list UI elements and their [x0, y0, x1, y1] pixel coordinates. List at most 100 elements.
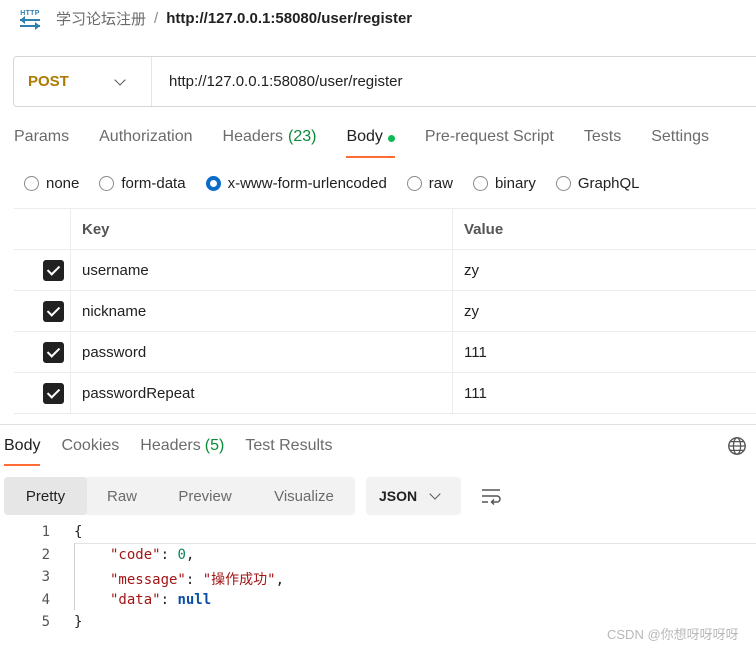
line-number: 2 [41, 547, 50, 563]
tab-label: Tests [583, 128, 622, 145]
tab-tests[interactable]: Tests [584, 126, 621, 158]
row-checkbox[interactable] [42, 259, 64, 281]
checkbox-cell [14, 332, 71, 372]
watermark: CSDN @你想呀呀呀呀 [607, 627, 739, 642]
wrap-lines-icon[interactable] [480, 486, 502, 506]
checkbox-cell [14, 373, 71, 413]
url-input[interactable] [152, 72, 712, 91]
json-colon: : [160, 592, 178, 608]
view-mode-toggle: Pretty Raw Preview Visualize [4, 477, 355, 515]
json-colon: : [185, 572, 203, 588]
radio-none[interactable]: none [24, 175, 79, 192]
json-string: "操作成功" [202, 572, 276, 588]
radio-binary[interactable]: binary [472, 175, 536, 192]
json-colon: : [160, 547, 178, 563]
table-header-row: Key Value [14, 209, 756, 250]
radio-circle [205, 175, 221, 191]
line-number: 4 [41, 592, 50, 608]
body-type-options: none form-data x-www-form-urlencoded raw… [24, 172, 660, 194]
method-select[interactable]: POST [14, 57, 152, 106]
breadcrumb-request[interactable]: http://127.0.0.1:58080/user/register [166, 10, 412, 27]
breadcrumb-separator: / [154, 9, 159, 27]
line-number: 1 [41, 524, 50, 540]
table-row: passwordRepeat 111 [14, 373, 756, 414]
param-value[interactable]: 111 [453, 373, 756, 413]
param-value[interactable]: zy [453, 291, 756, 331]
view-preview-button[interactable]: Preview [157, 477, 253, 515]
code-line: "data": null [110, 592, 211, 608]
row-checkbox[interactable] [42, 300, 64, 322]
view-pretty-button[interactable]: Pretty [4, 477, 87, 515]
tab-settings[interactable]: Settings [651, 126, 709, 158]
row-checkbox[interactable] [42, 382, 64, 404]
body-indicator-dot [387, 135, 395, 142]
tab-label: Params [14, 128, 70, 145]
response-headers-count: (5) [204, 437, 225, 454]
tab-response-body[interactable]: Body [4, 436, 41, 466]
radio-label: none [46, 174, 80, 192]
tab-params[interactable]: Params [14, 126, 69, 158]
param-key[interactable]: username [71, 250, 453, 290]
radio-label: form-data [121, 174, 186, 192]
radio-circle [406, 175, 422, 191]
breadcrumb-collection[interactable]: 学习论坛注册 [56, 8, 146, 29]
radio-form-data[interactable]: form-data [99, 174, 186, 192]
radio-circle [99, 175, 115, 191]
tab-label: Headers [222, 128, 283, 145]
globe-icon[interactable] [727, 436, 747, 456]
radio-label: GraphQL [577, 174, 640, 192]
radio-raw[interactable]: raw [406, 175, 453, 192]
view-raw-button[interactable]: Raw [87, 477, 157, 515]
param-key[interactable]: passwordRepeat [71, 373, 453, 413]
radio-circle [24, 175, 39, 191]
chevron-down-icon [429, 488, 441, 500]
breadcrumb: HTTP 学习论坛注册 / http://127.0.0.1:58080/use… [18, 6, 412, 30]
table-row: username zy [14, 250, 756, 291]
param-value[interactable]: zy [453, 250, 756, 290]
tab-label: Pre-request Script [424, 128, 554, 145]
chevron-down-icon [114, 73, 126, 86]
key-column-header: Key [71, 209, 453, 249]
code-open-brace: { [74, 524, 83, 540]
tab-label: Body [4, 437, 41, 454]
tab-response-headers[interactable]: Headers (5) [140, 436, 224, 466]
tab-label: Authorization [99, 128, 193, 145]
line-number: 5 [41, 614, 50, 630]
tab-label: Settings [651, 128, 710, 145]
param-value[interactable]: 111 [453, 332, 756, 372]
radio-label: x-www-form-urlencoded [227, 174, 387, 192]
param-key[interactable]: nickname [71, 291, 453, 331]
tab-cookies[interactable]: Cookies [61, 436, 119, 466]
param-key[interactable]: password [71, 332, 453, 372]
table-row: nickname zy [14, 291, 756, 332]
radio-graphql[interactable]: GraphQL [555, 174, 640, 192]
json-null: null [177, 592, 212, 608]
code-line: "message": "操作成功", [110, 569, 284, 589]
radio-circle [555, 175, 571, 191]
json-comma: , [275, 572, 285, 588]
view-visualize-button[interactable]: Visualize [253, 477, 355, 515]
table-row: password 111 [14, 332, 756, 373]
tab-body[interactable]: Body [346, 126, 396, 158]
header-checkbox-cell [14, 209, 71, 249]
response-code-viewer[interactable]: 1 2 3 4 5 { "code": 0, "message": "操作成功"… [0, 522, 756, 634]
method-label: POST [28, 73, 69, 90]
tab-test-results[interactable]: Test Results [245, 436, 332, 466]
json-key: "message" [110, 572, 186, 588]
radio-x-www-form-urlencoded[interactable]: x-www-form-urlencoded [205, 174, 387, 192]
http-icon: HTTP [18, 7, 42, 30]
json-key: "data" [110, 592, 161, 608]
tab-pre-request-script[interactable]: Pre-request Script [425, 126, 554, 158]
tab-headers[interactable]: Headers (23) [223, 126, 317, 158]
request-tabs: Params Authorization Headers (23) Body Pr… [14, 126, 739, 158]
tab-label: Test Results [245, 437, 333, 454]
checkbox-cell [14, 291, 71, 331]
code-line: "code": 0, [110, 547, 194, 563]
json-number: 0 [177, 547, 186, 563]
format-label: JSON [379, 488, 418, 504]
tab-label: Headers [140, 437, 201, 454]
pane-divider[interactable] [0, 424, 756, 425]
row-checkbox[interactable] [42, 341, 64, 363]
tab-authorization[interactable]: Authorization [99, 126, 192, 158]
format-select[interactable]: JSON [366, 477, 461, 515]
